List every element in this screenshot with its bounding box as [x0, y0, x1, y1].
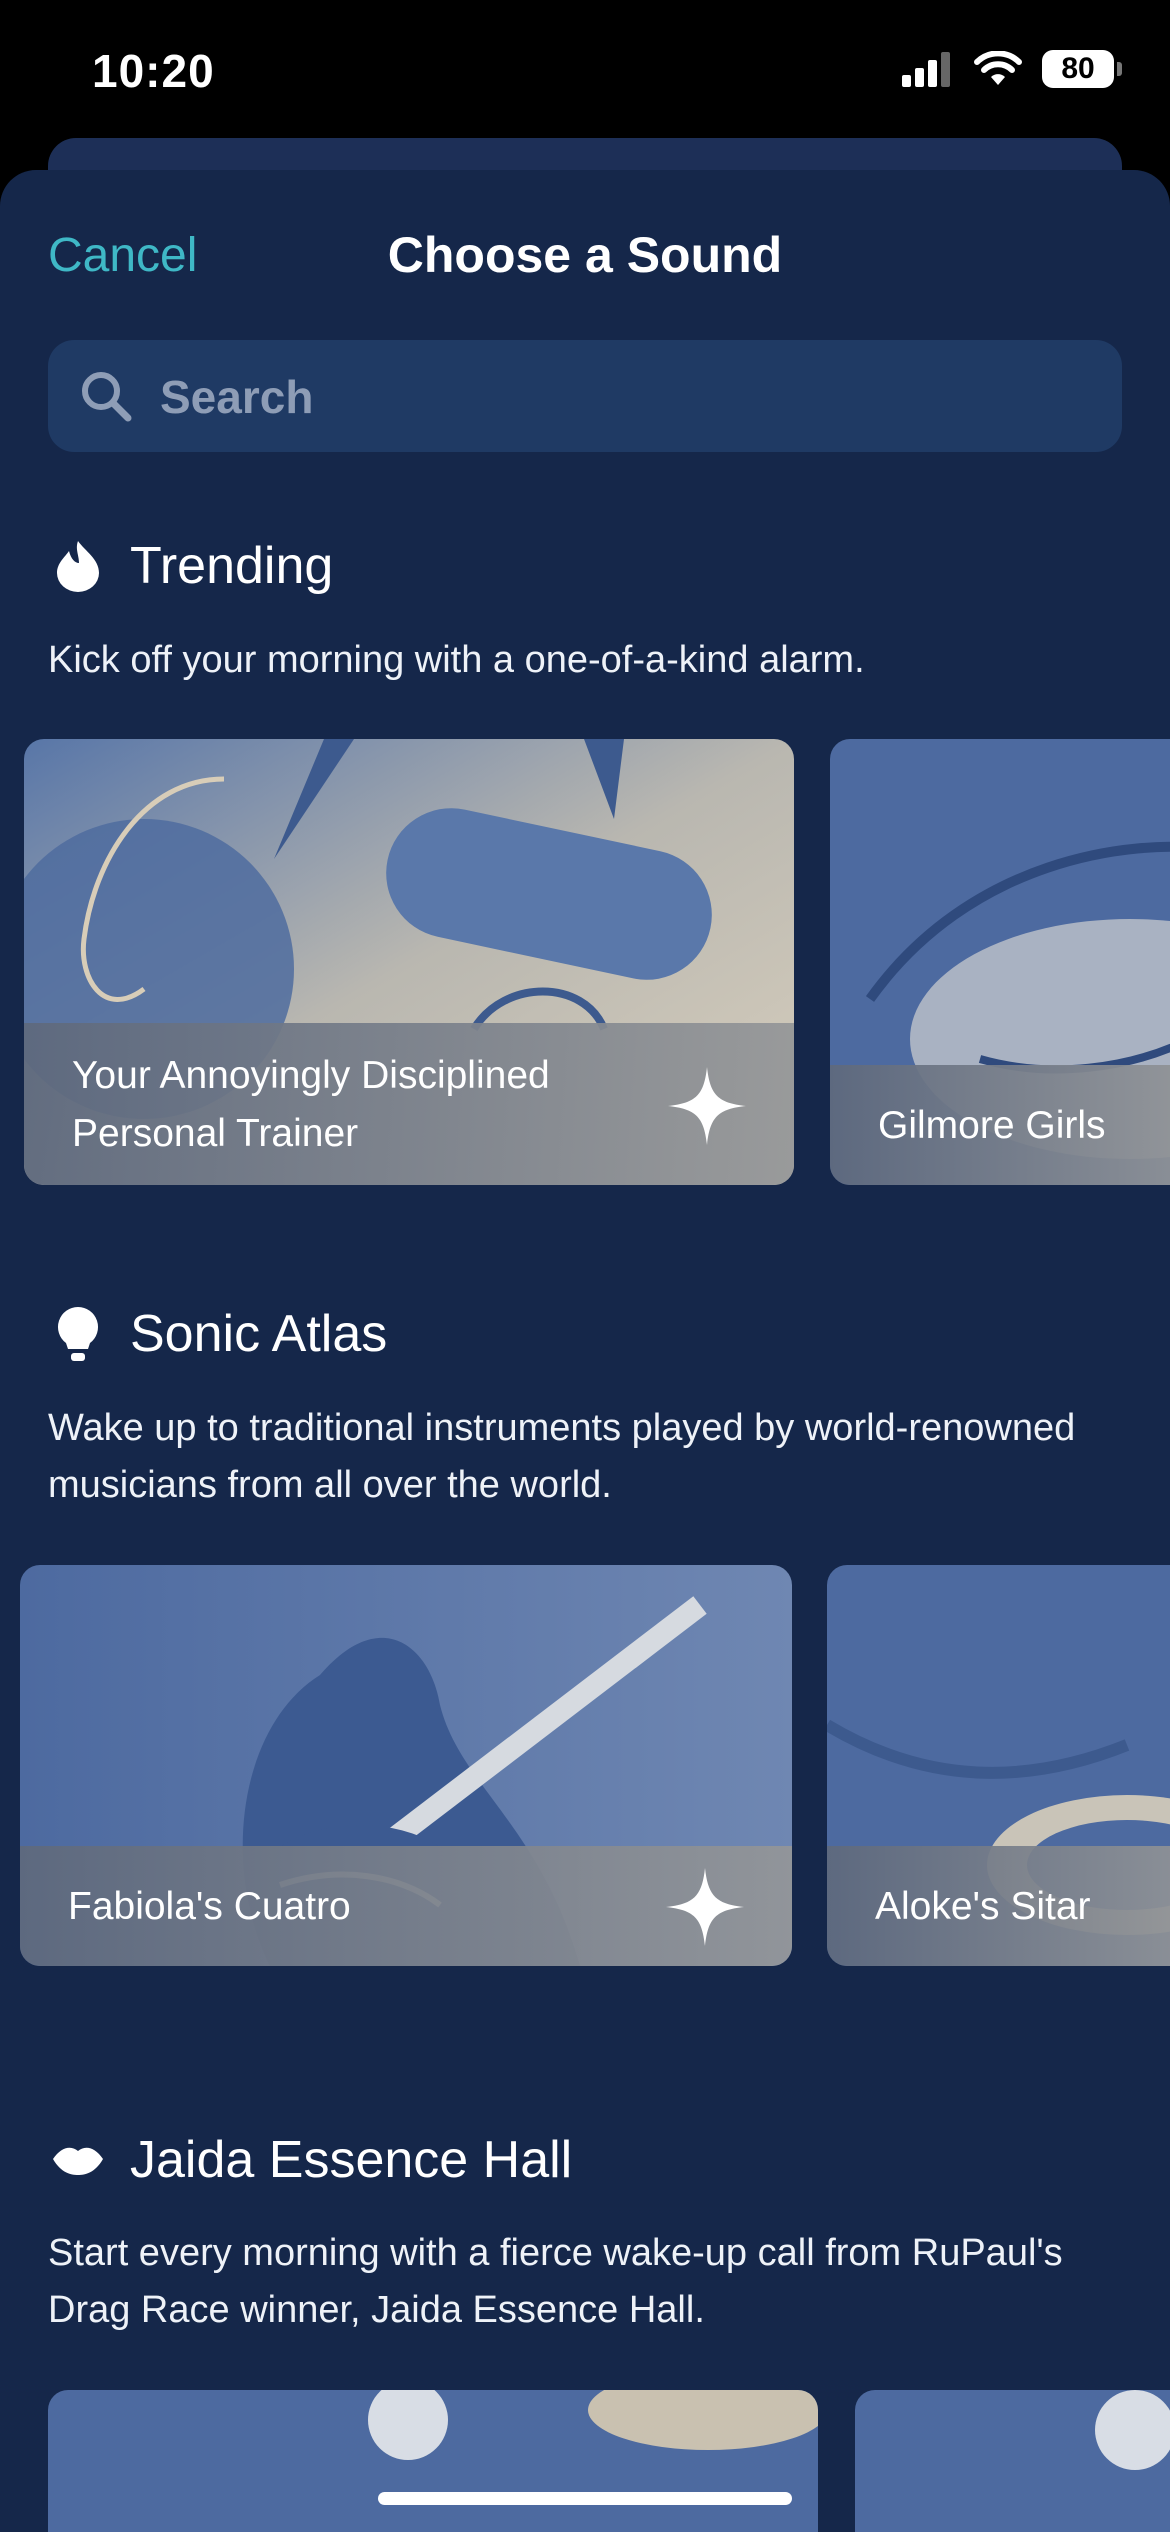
card-title: Gilmore Girls	[878, 1104, 1106, 1147]
section-description: Kick off your morning with a one-of-a-ki…	[48, 639, 865, 681]
section-description: Start every morning with a fierce wake-u…	[48, 2232, 1063, 2331]
status-time: 10:20	[92, 45, 215, 97]
battery-level: 80	[1061, 52, 1095, 85]
search-input[interactable]: Search	[48, 340, 1122, 452]
page-title: Choose a Sound	[387, 227, 783, 283]
card-label-band: Gilmore Girls	[830, 1065, 1170, 1185]
card-title: Aloke's Sitar	[875, 1885, 1091, 1928]
section-description: Wake up to traditional instruments playe…	[48, 1407, 1076, 1506]
wifi-icon	[974, 51, 1022, 85]
section-header-sonic-atlas: Sonic Atlas	[48, 1304, 387, 1364]
signal-icon	[902, 52, 950, 87]
card-artwork	[855, 2390, 1170, 2532]
sound-card-preview[interactable]	[855, 2390, 1170, 2532]
card-label-band: Your Annoyingly Disciplined Personal Tra…	[24, 1023, 794, 1185]
status-icons: 80	[902, 50, 1122, 88]
search-placeholder: Search	[160, 371, 314, 423]
card-artwork	[48, 2390, 818, 2532]
choose-sound-sheet: Cancel Choose a Sound Search Trending Ki…	[0, 170, 1170, 2532]
search-icon	[82, 372, 132, 422]
section-title: Jaida Essence Hall	[130, 2131, 573, 2189]
sound-card-personal-trainer[interactable]: Your Annoyingly Disciplined Personal Tra…	[24, 739, 794, 1185]
sound-card-preview[interactable]	[48, 2390, 818, 2532]
card-title: Fabiola's Cuatro	[68, 1885, 351, 1928]
card-title: Your Annoyingly Disciplined Personal Tra…	[72, 1054, 550, 1155]
section-title: Trending	[130, 537, 334, 595]
sparkle-icon	[666, 1868, 744, 1946]
section-title: Sonic Atlas	[130, 1305, 388, 1363]
sound-card-gilmore-girls[interactable]: Gilmore Girls	[830, 739, 1170, 1185]
section-header-jaida-essence-hall: Jaida Essence Hall	[48, 2130, 572, 2190]
card-label-band: Aloke's Sitar	[827, 1846, 1170, 1966]
sound-card-alokes-sitar[interactable]: Aloke's Sitar	[827, 1565, 1170, 1966]
battery-indicator: 80	[1042, 50, 1122, 88]
home-indicator[interactable]	[378, 2492, 792, 2505]
card-label-band: Fabiola's Cuatro	[20, 1846, 792, 1966]
section-header-trending: Trending	[48, 536, 333, 596]
lips-icon	[48, 2130, 108, 2190]
sparkle-icon	[668, 1067, 746, 1145]
lightbulb-icon	[48, 1304, 108, 1364]
status-bar: 10:20 80	[0, 0, 1170, 150]
flame-icon	[48, 536, 108, 596]
sound-card-fabiolas-cuatro[interactable]: Fabiola's Cuatro	[20, 1565, 792, 1966]
